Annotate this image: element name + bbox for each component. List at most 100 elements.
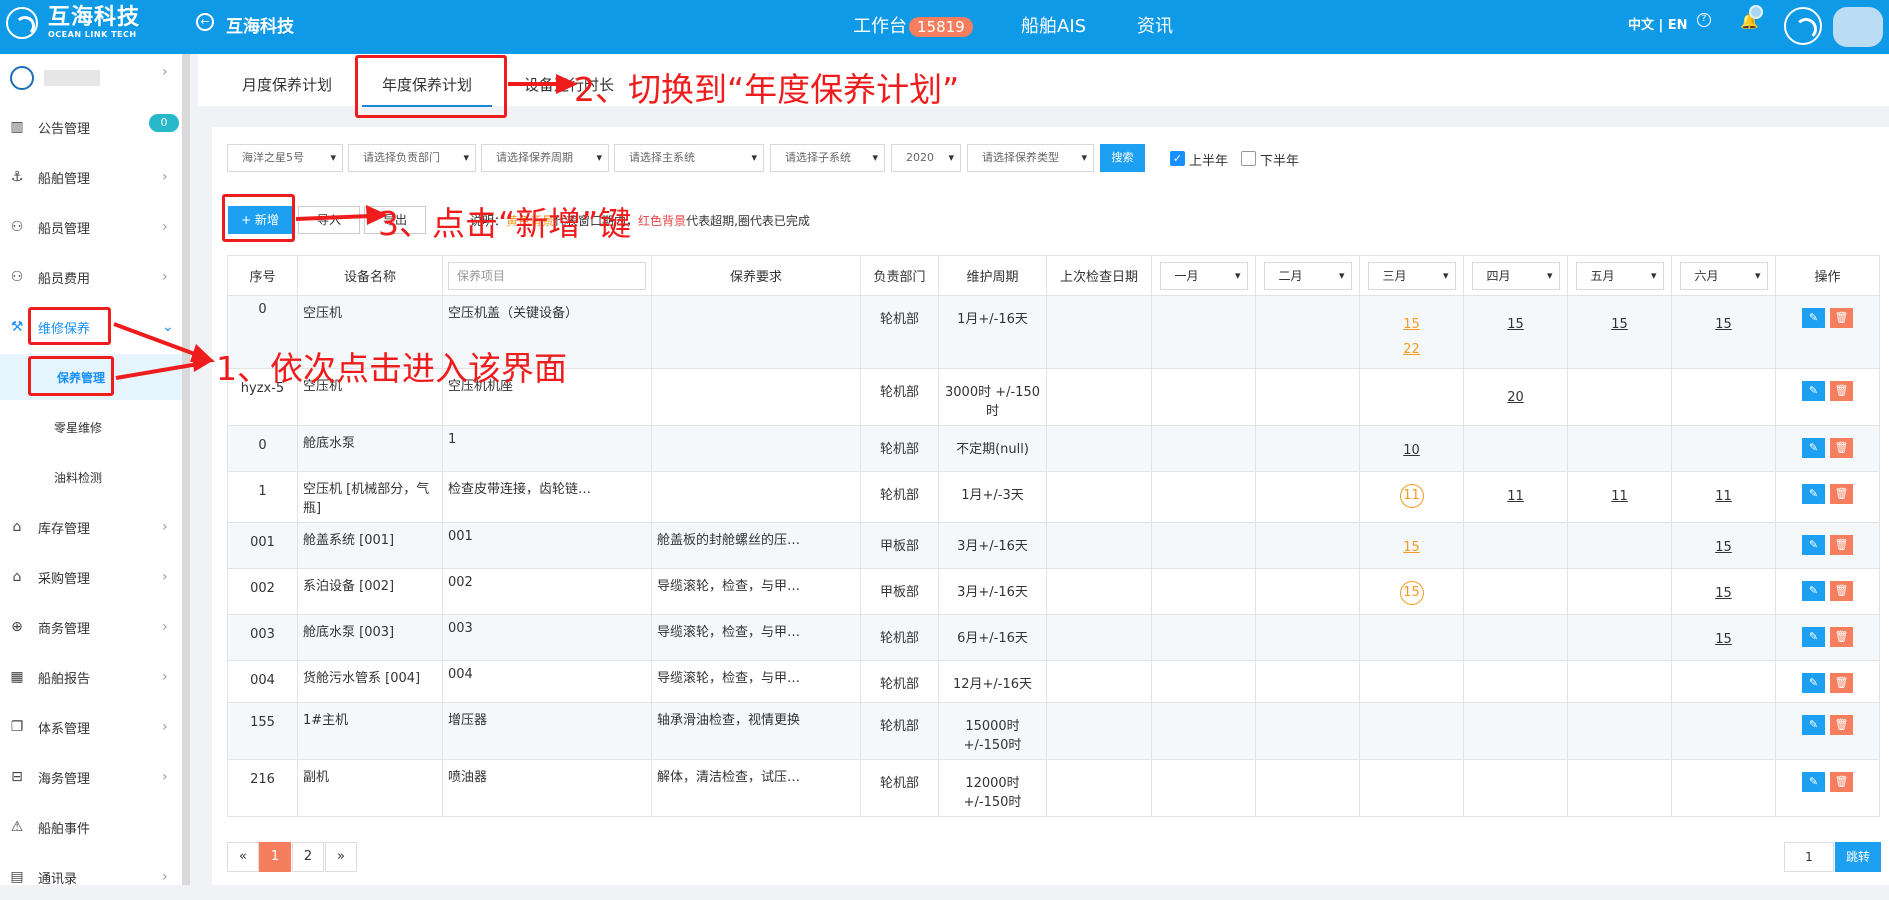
table-row: 001 舱盖系统 [001] 001 舱盖板的封舱螺丝的压… 甲板部 3月+/-… bbox=[227, 522, 1880, 569]
completed-mark[interactable]: 11 bbox=[1399, 484, 1424, 508]
month-select-apr[interactable]: 四月 bbox=[1471, 261, 1560, 290]
edit-icon[interactable]: ✎ bbox=[1802, 308, 1825, 328]
nav-news[interactable]: 资讯 bbox=[1137, 12, 1173, 38]
item-filter-input[interactable]: 保养项目 bbox=[448, 261, 646, 290]
help-icon[interactable]: ? bbox=[1697, 13, 1711, 27]
nav-workbench[interactable]: 工作台 15819 bbox=[853, 12, 973, 38]
plan-mark[interactable]: 20 bbox=[1507, 385, 1524, 410]
completed-mark[interactable]: 15 bbox=[1399, 581, 1424, 605]
annotation-step-1: 1、依次点击进入该界面 bbox=[216, 349, 567, 388]
back-icon[interactable]: ← bbox=[196, 13, 214, 31]
plan-mark[interactable]: 15 bbox=[1507, 312, 1524, 337]
edit-icon[interactable]: ✎ bbox=[1802, 381, 1825, 401]
plan-mark[interactable]: 15 bbox=[1611, 312, 1628, 337]
month-select-jan[interactable]: 一月 bbox=[1159, 261, 1248, 290]
plan-mark[interactable]: 11 bbox=[1507, 484, 1524, 509]
month-select-may[interactable]: 五月 bbox=[1575, 261, 1664, 290]
sidebar-item-system[interactable]: ❐ 体系管理 › bbox=[0, 704, 182, 750]
delete-icon[interactable]: 🗑 bbox=[1830, 308, 1853, 328]
delete-icon[interactable]: 🗑 bbox=[1830, 381, 1853, 401]
plan-mark[interactable]: 11 bbox=[1715, 484, 1732, 509]
plan-mark[interactable]: 15 bbox=[1715, 581, 1732, 606]
sidebar-item-purchase[interactable]: ⌂ 采购管理 › bbox=[0, 554, 182, 600]
chevron-right-icon: › bbox=[162, 219, 168, 235]
plan-mark[interactable]: 11 bbox=[1611, 484, 1628, 509]
sidebar-subitem-oil-test[interactable]: 油料检测 bbox=[0, 454, 182, 500]
ship-select[interactable]: 海洋之星5号 bbox=[227, 144, 343, 172]
pagination-page-1[interactable]: 1 bbox=[259, 842, 291, 872]
plan-mark[interactable]: 22 bbox=[1403, 337, 1420, 362]
import-button[interactable]: 导入 bbox=[298, 206, 360, 234]
sidebar-item-business[interactable]: ⊕ 商务管理 › bbox=[0, 604, 182, 650]
year-select[interactable]: 2020 bbox=[891, 144, 961, 172]
sidebar-item-crew-fees[interactable]: ⚇ 船员费用 › bbox=[0, 254, 182, 300]
sidebar-item-ships[interactable]: ⚓ 船舶管理 › bbox=[0, 154, 182, 200]
edit-icon[interactable]: ✎ bbox=[1802, 484, 1825, 504]
month-select-jun[interactable]: 六月 bbox=[1679, 261, 1768, 290]
edit-icon[interactable]: ✎ bbox=[1802, 627, 1825, 647]
search-button[interactable]: 搜索 bbox=[1100, 144, 1145, 172]
delete-icon[interactable]: 🗑 bbox=[1830, 535, 1853, 555]
tab-monthly-plan[interactable]: 月度保养计划 bbox=[242, 74, 332, 95]
plan-mark[interactable]: 15 bbox=[1715, 627, 1732, 652]
user-avatar[interactable] bbox=[1833, 7, 1883, 47]
chevron-right-icon: › bbox=[162, 569, 168, 585]
plan-mark[interactable]: 15 bbox=[1715, 535, 1732, 560]
delete-icon[interactable]: 🗑 bbox=[1830, 673, 1853, 693]
edit-icon[interactable]: ✎ bbox=[1802, 535, 1825, 555]
sidebar-item-incidents[interactable]: ⚠ 船舶事件 bbox=[0, 804, 182, 850]
pagination-next[interactable]: » bbox=[325, 842, 357, 872]
pagination-prev[interactable]: « bbox=[227, 842, 259, 872]
delete-icon[interactable]: 🗑 bbox=[1830, 438, 1853, 458]
annual-plan-table: 序号 设备名称 保养项目 保养要求 负责部门 维护周期 上次检查日期 一月 二月… bbox=[227, 255, 1880, 817]
brand-logo-icon bbox=[6, 6, 38, 39]
edit-icon[interactable]: ✎ bbox=[1802, 673, 1825, 693]
plan-mark[interactable]: 10 bbox=[1403, 438, 1420, 463]
delete-icon[interactable]: 🗑 bbox=[1830, 715, 1853, 735]
edit-icon[interactable]: ✎ bbox=[1802, 581, 1825, 601]
edit-icon[interactable]: ✎ bbox=[1802, 772, 1825, 792]
wrench-icon: ⚒ bbox=[10, 319, 24, 335]
chevron-down-icon: ⌄ bbox=[162, 319, 174, 335]
cycle-select[interactable]: 请选择保养周期 bbox=[481, 144, 609, 172]
plan-mark[interactable]: 15 bbox=[1715, 312, 1732, 337]
sidebar-item-marine[interactable]: ⊟ 海务管理 › bbox=[0, 754, 182, 800]
delete-icon[interactable]: 🗑 bbox=[1830, 581, 1853, 601]
sub-system-select[interactable]: 请选择子系统 bbox=[770, 144, 885, 172]
brand-name-en: OCEAN LINK TECH bbox=[48, 30, 137, 39]
sidebar-item-inventory[interactable]: ⌂ 库存管理 › bbox=[0, 504, 182, 550]
pagination-page-2[interactable]: 2 bbox=[292, 842, 324, 872]
sidebar-item-reports[interactable]: ▦ 船舶报告 › bbox=[0, 654, 182, 700]
edit-icon[interactable]: ✎ bbox=[1802, 438, 1825, 458]
plan-mark[interactable]: 15 bbox=[1403, 535, 1420, 560]
company-avatar[interactable] bbox=[1784, 7, 1822, 45]
first-half-checkbox[interactable]: ✓ bbox=[1170, 151, 1185, 166]
second-half-checkbox[interactable] bbox=[1241, 151, 1256, 166]
ship-logo-icon bbox=[10, 66, 34, 90]
workbench-count-badge: 15819 bbox=[909, 17, 973, 37]
edit-icon[interactable]: ✎ bbox=[1802, 715, 1825, 735]
plan-mark[interactable]: 15 bbox=[1403, 312, 1420, 337]
brand-logo[interactable]: 互海科技 OCEAN LINK TECH bbox=[6, 6, 140, 39]
dept-select[interactable]: 请选择负责部门 bbox=[348, 144, 476, 172]
delete-icon[interactable]: 🗑 bbox=[1830, 627, 1853, 647]
col-no: 序号 bbox=[227, 255, 298, 296]
chevron-right-icon[interactable]: › bbox=[162, 64, 168, 80]
sidebar: › ▥ 公告管理 0 ⚓ 船舶管理 › ⚇ 船员管理 › ⚇ 船员费用 › ⚒ 维修保养 ⌄ 保养… bbox=[0, 54, 190, 887]
nav-ais[interactable]: 船舶AIS bbox=[1021, 12, 1086, 38]
delete-icon[interactable]: 🗑 bbox=[1830, 484, 1853, 504]
sidebar-item-crew[interactable]: ⚇ 船员管理 › bbox=[0, 204, 182, 250]
goto-page-input[interactable]: 1 bbox=[1784, 842, 1834, 872]
sidebar-subitem-repairs[interactable]: 零星维修 bbox=[0, 404, 182, 450]
goto-page-button[interactable]: 跳转 bbox=[1835, 842, 1881, 872]
month-select-mar[interactable]: 三月 bbox=[1367, 261, 1456, 290]
type-select[interactable]: 请选择保养类型 bbox=[967, 144, 1094, 172]
globe-icon: ⊕ bbox=[11, 619, 23, 635]
sidebar-item-contacts[interactable]: ▤ 通讯录 › bbox=[0, 854, 182, 900]
second-half-label: 下半年 bbox=[1260, 154, 1300, 169]
main-system-select[interactable]: 请选择主系统 bbox=[614, 144, 764, 172]
language-switch[interactable]: 中文 | EN bbox=[1628, 14, 1688, 33]
annotation-box-upkeep bbox=[28, 356, 114, 396]
delete-icon[interactable]: 🗑 bbox=[1830, 772, 1853, 792]
month-select-feb[interactable]: 二月 bbox=[1263, 261, 1352, 290]
